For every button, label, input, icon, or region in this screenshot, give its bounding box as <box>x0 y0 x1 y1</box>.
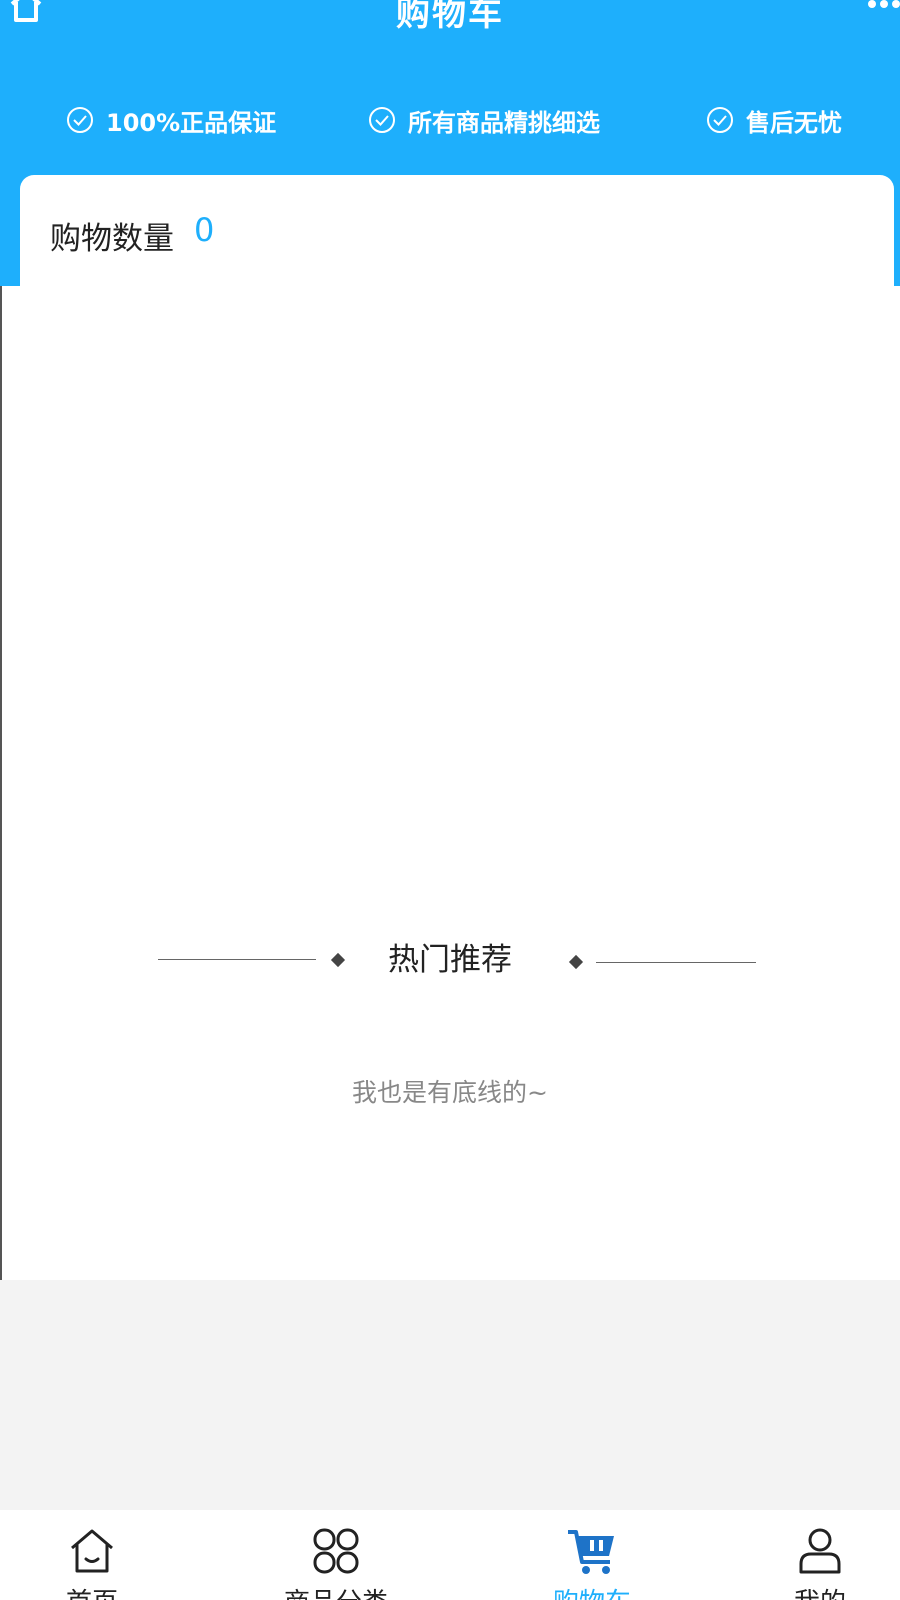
hot-recommend-heading: 热门推荐 <box>0 930 900 990</box>
guarantee-label: 售后无忧 <box>746 108 842 137</box>
guarantee-label: 100%正品保证 <box>106 108 277 137</box>
cart-count-value: 0 <box>194 211 215 249</box>
cart-count-label: 购物数量 <box>50 221 174 257</box>
guarantee-label: 所有商品精挑细选 <box>408 108 600 137</box>
page-title: 购物车 <box>396 0 504 34</box>
guarantee-item: 所有商品精挑细选 <box>368 100 600 140</box>
hot-recommend-title: 热门推荐 <box>388 942 512 978</box>
divider-line-right <box>596 962 756 963</box>
check-circle-icon <box>707 107 733 133</box>
check-circle-icon <box>369 107 395 133</box>
bottom-tab-bar: 首页 商品分类 购物车 我的 <box>0 1510 900 1600</box>
tab-home[interactable]: 首页 <box>12 1510 172 1600</box>
tab-label: 商品分类 <box>256 1582 416 1600</box>
tab-categories[interactable]: 商品分类 <box>256 1510 416 1600</box>
check-circle-icon <box>67 107 93 133</box>
more-dots-icon <box>892 0 900 8</box>
shopping-cart-icon <box>568 1530 614 1574</box>
more-button[interactable] <box>866 0 900 10</box>
user-icon <box>799 1528 841 1574</box>
guarantee-item: 售后无忧 <box>706 100 842 140</box>
home-icon <box>71 1529 113 1573</box>
guarantee-bar: 100%正品保证 所有商品精挑细选 售后无忧 <box>0 100 900 140</box>
guarantee-item: 100%正品保证 <box>66 100 276 140</box>
tab-cart[interactable]: 购物车 <box>512 1510 672 1600</box>
more-dots-icon <box>868 0 876 8</box>
category-grid-icon <box>313 1528 359 1574</box>
tab-label: 首页 <box>12 1582 172 1600</box>
header: 购物车 100%正品保证 所有商品精挑细选 售后无忧 购物数量 0 <box>0 0 900 286</box>
cart-count-card: 购物数量 0 <box>20 175 894 286</box>
end-of-list-text: 我也是有底线的~ <box>352 1078 548 1107</box>
tab-label: 购物车 <box>512 1582 672 1600</box>
tab-profile[interactable]: 我的 <box>740 1510 900 1600</box>
tab-label: 我的 <box>740 1582 900 1600</box>
more-dots-icon <box>880 0 888 8</box>
content-background <box>0 1280 900 1510</box>
